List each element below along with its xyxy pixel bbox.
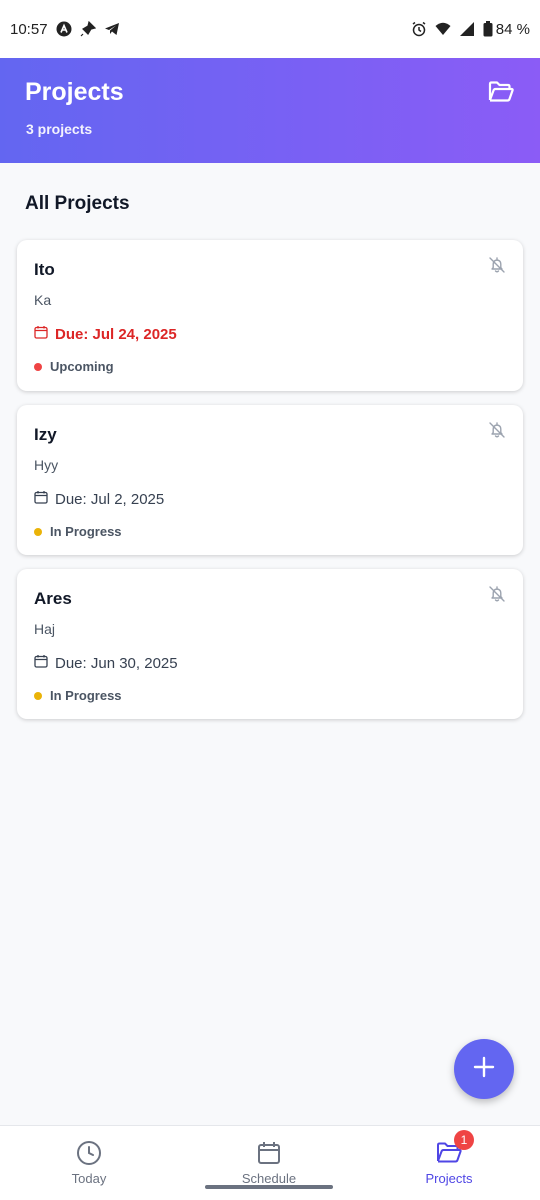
nav-item-projects[interactable]: 1 Projects <box>389 1130 509 1186</box>
nav-item-schedule[interactable]: Schedule <box>209 1140 329 1186</box>
bell-off-icon[interactable] <box>488 585 506 603</box>
due-text: Due: Jul 24, 2025 <box>55 325 177 343</box>
folder-open-icon[interactable] <box>488 80 514 104</box>
project-card[interactable]: Ito Ka Due: Jul 24, 2025 Upcoming <box>17 240 523 391</box>
status-label: In Progress <box>50 524 122 539</box>
plus-icon <box>473 1056 495 1083</box>
status-label: Upcoming <box>50 359 114 374</box>
due-text: Due: Jul 2, 2025 <box>55 490 165 508</box>
status-badge: Upcoming <box>34 359 114 374</box>
page-title: Projects <box>25 78 124 106</box>
bell-off-icon[interactable] <box>488 256 506 274</box>
app-header: Projects 3 projects <box>0 58 540 163</box>
calendar-icon <box>34 654 48 672</box>
status-time: 10:57 <box>10 20 48 38</box>
nav-label: Today <box>71 1171 107 1186</box>
status-dot <box>34 691 42 700</box>
project-card[interactable]: Ares Haj Due: Jun 30, 2025 In Progress <box>17 569 523 719</box>
wifi-icon <box>435 21 451 37</box>
telegram-notification-icon <box>104 21 120 37</box>
battery-icon <box>483 21 493 37</box>
nav-label: Schedule <box>241 1171 297 1186</box>
project-due-date: Due: Jul 24, 2025 <box>34 325 177 343</box>
alarm-icon <box>411 21 427 37</box>
status-label: In Progress <box>50 688 122 703</box>
pin-notification-icon <box>80 21 96 37</box>
project-name: Izy <box>34 425 57 444</box>
project-due-date: Due: Jun 30, 2025 <box>34 654 178 672</box>
project-card[interactable]: Izy Hyy Due: Jul 2, 2025 In Progress <box>17 405 523 555</box>
status-badge: In Progress <box>34 688 122 703</box>
due-text: Due: Jun 30, 2025 <box>55 654 178 672</box>
notification-badge: 1 <box>454 1130 474 1150</box>
project-description: Ka <box>34 292 52 308</box>
project-name: Ito <box>34 260 55 279</box>
nav-label: Projects <box>425 1171 473 1186</box>
status-dot <box>34 527 42 536</box>
section-title: All Projects <box>25 193 130 214</box>
status-bar: 10:57 84 % <box>0 0 540 58</box>
project-due-date: Due: Jul 2, 2025 <box>34 490 164 508</box>
app-notification-icon <box>56 21 72 37</box>
project-description: Haj <box>34 621 56 637</box>
home-indicator[interactable] <box>205 1185 333 1189</box>
signal-icon <box>459 21 475 37</box>
folder-icon: 1 <box>436 1130 474 1166</box>
clock-icon <box>76 1140 102 1166</box>
project-count: 3 projects <box>26 121 93 137</box>
battery-percent: 84 % <box>495 20 530 38</box>
project-name: Ares <box>34 589 72 608</box>
status-dot <box>34 362 42 371</box>
project-description: Hyy <box>34 457 59 473</box>
nav-item-today[interactable]: Today <box>29 1140 149 1186</box>
calendar-icon <box>256 1140 282 1166</box>
calendar-icon <box>34 490 48 508</box>
add-project-button[interactable] <box>454 1039 514 1099</box>
bell-off-icon[interactable] <box>488 421 506 439</box>
status-badge: In Progress <box>34 524 122 539</box>
calendar-icon <box>34 325 48 343</box>
